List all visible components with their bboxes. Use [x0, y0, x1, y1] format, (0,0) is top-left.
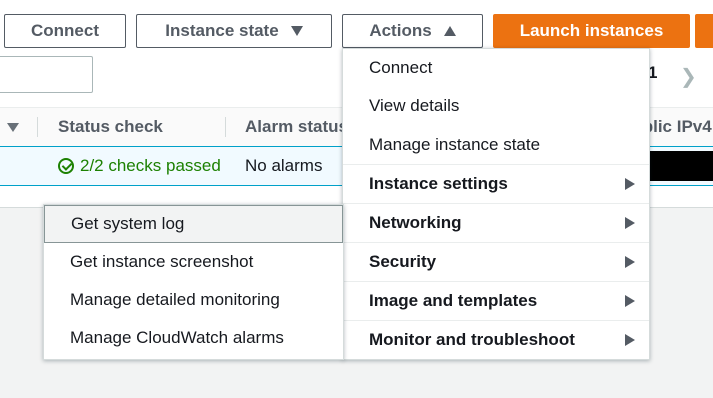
menu-item-label: Monitor and troubleshoot: [369, 330, 575, 349]
menu-item-manage-instance-state[interactable]: Manage instance state: [343, 125, 649, 164]
menu-item-label: Instance settings: [369, 174, 508, 193]
caret-right-icon: [625, 178, 635, 190]
menu-item-label: Networking: [369, 213, 462, 232]
caret-down-icon: [290, 26, 303, 36]
caret-right-icon: [625, 295, 635, 307]
monitor-submenu: Get system log Get instance screenshot M…: [43, 204, 344, 360]
instance-state-label: Instance state: [165, 21, 279, 40]
actions-menu: Connect View details Manage instance sta…: [342, 48, 650, 360]
menu-item-networking[interactable]: Networking: [343, 203, 649, 242]
caret-up-icon: [443, 26, 456, 36]
column-divider: [225, 117, 226, 137]
submenu-item-manage-cloudwatch-alarms[interactable]: Manage CloudWatch alarms: [44, 319, 343, 357]
launch-instances-button[interactable]: Launch instances: [493, 14, 690, 48]
sort-caret-icon[interactable]: [7, 123, 19, 132]
connect-button[interactable]: Connect: [4, 14, 126, 48]
menu-item-security[interactable]: Security: [343, 242, 649, 281]
instance-state-button[interactable]: Instance state: [136, 14, 332, 48]
submenu-item-label: Get instance screenshot: [70, 252, 254, 271]
submenu-item-label: Get system log: [71, 214, 185, 233]
chevron-right-icon[interactable]: ❯: [680, 64, 697, 89]
submenu-item-get-instance-screenshot[interactable]: Get instance screenshot: [44, 243, 343, 281]
submenu-item-label: Manage CloudWatch alarms: [70, 328, 284, 347]
menu-item-image-and-templates[interactable]: Image and templates: [343, 281, 649, 320]
check-circle-icon: [58, 158, 74, 174]
alarm-status-value: No alarms: [245, 156, 323, 175]
menu-item-label: Image and templates: [369, 291, 538, 310]
launch-instances-label: Launch instances: [519, 21, 664, 40]
status-check-value: 2/2 checks passed: [80, 156, 221, 175]
column-status-check[interactable]: Status check: [58, 117, 163, 137]
search-input[interactable]: [0, 56, 93, 93]
menu-item-label: Manage instance state: [369, 134, 541, 154]
submenu-item-label: Manage detailed monitoring: [70, 290, 280, 309]
menu-item-label: Security: [369, 252, 437, 271]
caret-right-icon: [625, 217, 635, 229]
redacted-ip-block: [648, 151, 713, 181]
caret-right-icon: [625, 334, 635, 346]
menu-item-view-details[interactable]: View details: [343, 87, 649, 125]
submenu-item-get-system-log[interactable]: Get system log: [44, 205, 343, 243]
menu-item-label: View details: [369, 96, 460, 115]
connect-button-label: Connect: [31, 21, 99, 40]
menu-item-label: Connect: [369, 58, 433, 77]
column-alarm-status[interactable]: Alarm status: [245, 117, 348, 137]
actions-button[interactable]: Actions: [342, 14, 483, 48]
launch-instances-dropdown-button[interactable]: [695, 14, 713, 48]
menu-item-monitor-and-troubleshoot[interactable]: Monitor and troubleshoot: [343, 320, 649, 359]
submenu-item-manage-detailed-monitoring[interactable]: Manage detailed monitoring: [44, 281, 343, 319]
status-check-cell: 2/2 checks passed: [58, 156, 226, 176]
actions-label: Actions: [369, 21, 432, 40]
menu-item-connect[interactable]: Connect: [343, 49, 649, 87]
column-divider: [37, 117, 38, 137]
menu-item-instance-settings[interactable]: Instance settings: [343, 164, 649, 203]
caret-right-icon: [625, 256, 635, 268]
